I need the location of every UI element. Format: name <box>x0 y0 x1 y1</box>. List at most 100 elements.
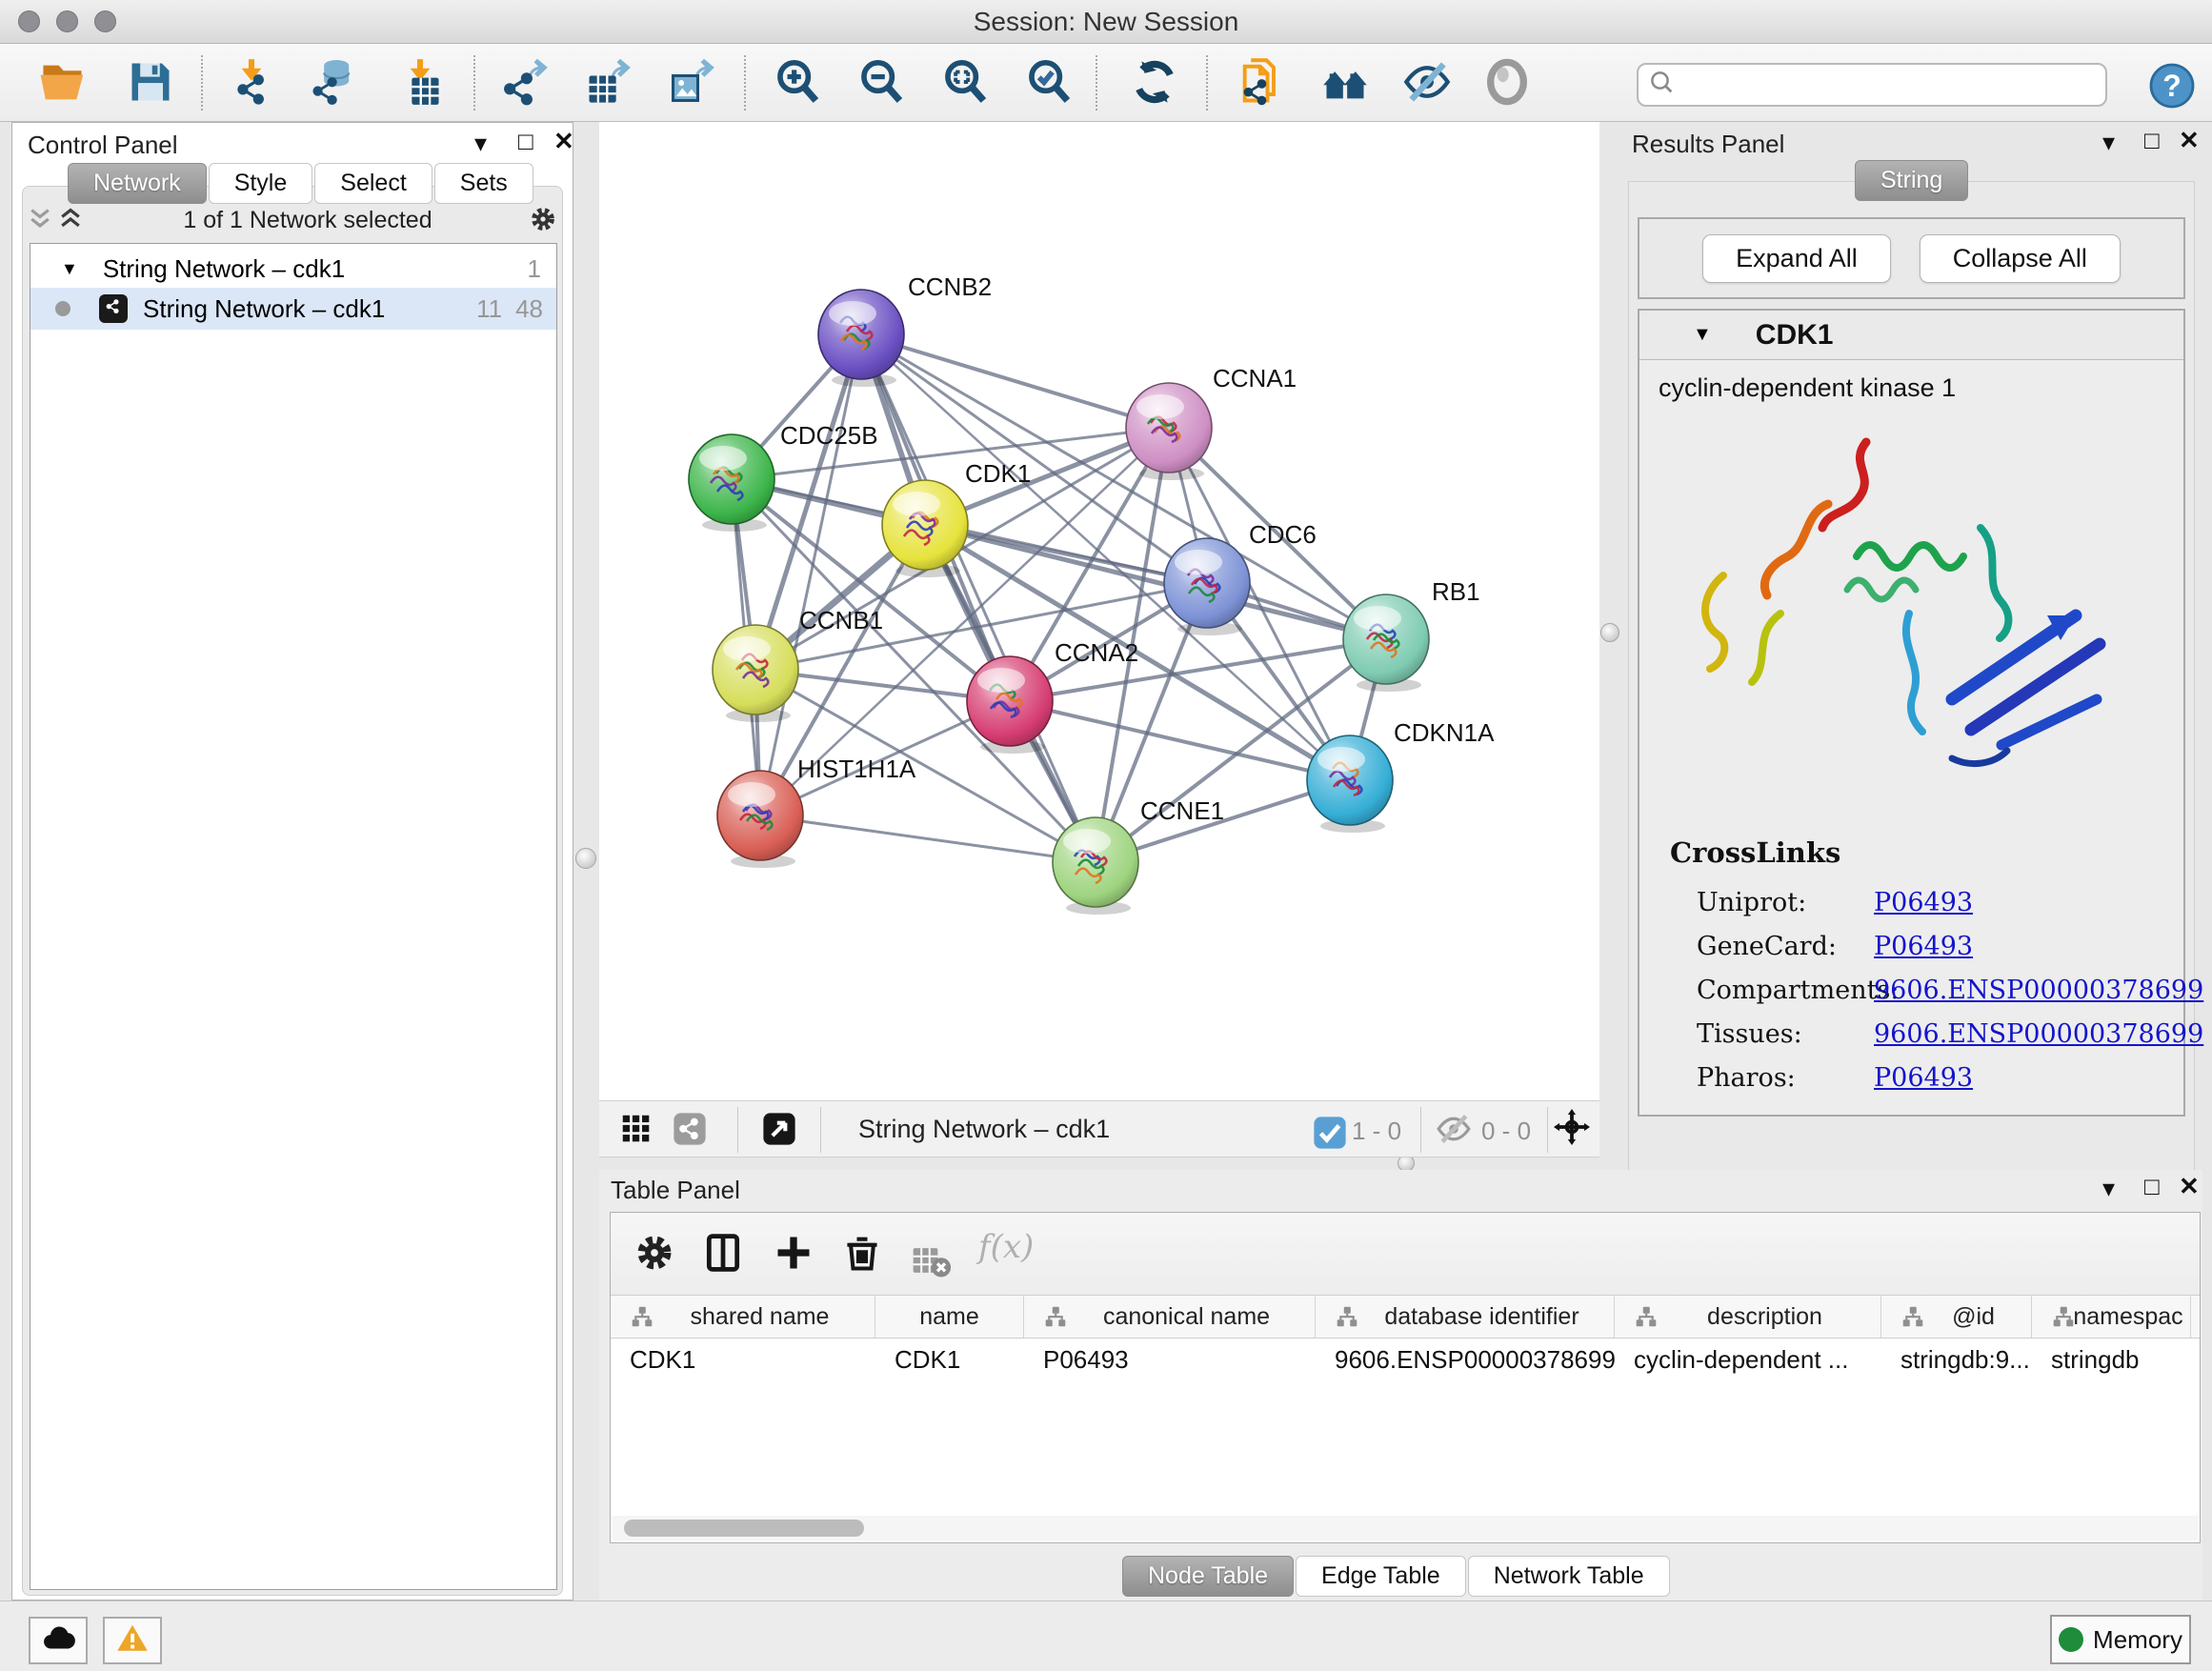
collapse-all-button[interactable]: Collapse All <box>1920 234 2121 283</box>
crosslink-link[interactable]: P06493 <box>1874 888 1973 917</box>
cloud-status-button[interactable] <box>29 1617 88 1664</box>
tab-select[interactable]: Select <box>314 163 432 204</box>
table-cell[interactable]: CDK1 <box>611 1345 875 1375</box>
delete-table-icon[interactable] <box>910 1239 954 1283</box>
import-network-icon[interactable] <box>227 57 280 111</box>
table-row[interactable]: CDK1CDK1P064939606.ENSP00000378699cyclin… <box>611 1339 2200 1380</box>
left-splitter[interactable] <box>573 122 598 1601</box>
network-overview-icon[interactable] <box>672 1111 708 1152</box>
gene-section-header[interactable]: ▼ CDK1 <box>1639 311 2183 360</box>
export-network-icon[interactable] <box>500 57 553 111</box>
table-cell[interactable]: stringdb <box>2032 1345 2191 1375</box>
hidden-elements-icon[interactable] <box>1436 1111 1472 1152</box>
refresh-icon[interactable] <box>1130 57 1183 111</box>
tab-edge-table[interactable]: Edge Table <box>1296 1556 1466 1597</box>
network-node-ccna1[interactable]: CCNA1 <box>1126 364 1297 480</box>
column-header-database-identifier[interactable]: database identifier <box>1316 1296 1615 1338</box>
memory-button[interactable]: Memory <box>2050 1615 2191 1664</box>
network-edge[interactable] <box>861 334 1169 428</box>
network-node-cdc25b[interactable]: CDC25B <box>689 421 878 532</box>
warnings-button[interactable] <box>103 1617 162 1664</box>
right-splitter-knob[interactable] <box>1600 623 1619 642</box>
function-builder-icon[interactable]: f(x) <box>978 1228 1034 1272</box>
column-header-namespac[interactable]: namespac <box>2032 1296 2191 1338</box>
network-edge[interactable] <box>925 525 1386 639</box>
gene-expander-icon[interactable]: ▼ <box>1693 324 1712 346</box>
zoom-fit-icon[interactable] <box>941 57 995 111</box>
crosslink-link[interactable]: P06493 <box>1874 932 1973 961</box>
table-cell[interactable]: CDK1 <box>875 1345 1024 1375</box>
table-cell[interactable]: cyclin-dependent ... <box>1615 1345 1881 1375</box>
save-session-icon[interactable] <box>126 57 179 111</box>
left-splitter-knob[interactable] <box>575 848 596 869</box>
tab-node-table[interactable]: Node Table <box>1122 1556 1294 1597</box>
network-collection-row[interactable]: ▼ String Network – cdk1 1 <box>30 250 556 288</box>
table-options-gear-icon[interactable] <box>633 1232 677 1276</box>
import-database-icon[interactable] <box>310 57 363 111</box>
network-node-cdkn1a[interactable]: CDKN1A <box>1307 718 1495 833</box>
network-options-gear-icon[interactable] <box>529 205 559 235</box>
table-cell[interactable]: 9606.ENSP00000378699 <box>1316 1345 1615 1375</box>
fit-content-crosshair-icon[interactable] <box>1554 1109 1590 1150</box>
crosslink-link[interactable]: P06493 <box>1874 1063 1973 1093</box>
expand-all-button[interactable]: Expand All <box>1702 234 1891 283</box>
delete-column-icon[interactable] <box>841 1232 885 1276</box>
float-panel-icon[interactable]: ▾ <box>474 131 487 155</box>
tab-sets[interactable]: Sets <box>434 163 533 204</box>
tab-network[interactable]: Network <box>68 163 207 204</box>
maximize-panel-icon[interactable]: □ <box>518 129 533 153</box>
tab-style[interactable]: Style <box>209 163 313 204</box>
crosslink-link[interactable]: 9606.ENSP00000378699 <box>1874 976 2203 1005</box>
zoom-in-icon[interactable] <box>774 57 827 111</box>
column-header-canonical-name[interactable]: canonical name <box>1024 1296 1316 1338</box>
tab-network-table[interactable]: Network Table <box>1468 1556 1670 1597</box>
add-column-icon[interactable] <box>773 1232 816 1276</box>
column-header-shared-name[interactable]: shared name <box>611 1296 875 1338</box>
close-panel-icon[interactable]: ✕ <box>553 129 574 153</box>
open-session-icon[interactable] <box>38 57 91 111</box>
network-edge[interactable] <box>760 815 1096 862</box>
column-header-description[interactable]: description <box>1615 1296 1881 1338</box>
table-hscrollbar[interactable] <box>613 1516 2198 1540</box>
eye-ball-icon[interactable] <box>1482 57 1536 111</box>
export-table-icon[interactable] <box>583 57 636 111</box>
network-node-ccne1[interactable]: CCNE1 <box>1053 796 1224 915</box>
table-cell[interactable]: stringdb:9... <box>1881 1345 2032 1375</box>
birds-eye-view-icon[interactable] <box>761 1111 797 1152</box>
search-box[interactable] <box>1637 63 2107 107</box>
collapse-all-icon[interactable] <box>26 205 56 235</box>
double-house-icon[interactable] <box>1320 57 1374 111</box>
close-results-icon[interactable]: ✕ <box>2179 128 2200 152</box>
network-node-cdk1[interactable]: CDK1 <box>882 459 1031 577</box>
maximize-results-icon[interactable]: □ <box>2144 128 2160 152</box>
network-node-ccnb2[interactable]: CCNB2 <box>818 272 992 387</box>
table-hscrollbar-thumb[interactable] <box>624 1520 864 1537</box>
table-cell[interactable]: P06493 <box>1024 1345 1316 1375</box>
maximize-table-icon[interactable]: □ <box>2144 1174 2160 1198</box>
column-header-@id[interactable]: @id <box>1881 1296 2032 1338</box>
grid-view-icon[interactable] <box>618 1111 654 1152</box>
help-button[interactable]: ? <box>2149 63 2195 109</box>
crosslink-link[interactable]: 9606.ENSP00000378699 <box>1874 1019 2203 1049</box>
import-table-icon[interactable] <box>395 57 449 111</box>
float-results-icon[interactable]: ▾ <box>2102 130 2115 154</box>
tab-string[interactable]: String <box>1855 160 1968 201</box>
close-table-icon[interactable]: ✕ <box>2179 1174 2200 1198</box>
paste-network-icon[interactable] <box>1237 57 1290 111</box>
collection-expander-icon[interactable]: ▼ <box>61 259 78 279</box>
network-row[interactable]: String Network – cdk1 11 48 <box>30 288 556 330</box>
network-canvas[interactable]: CCNB2CCNA1CDC25BCDK1CDC6RB1CCNB1CCNA2CDK… <box>599 122 1599 1100</box>
show-columns-icon[interactable] <box>702 1232 746 1276</box>
zoom-out-icon[interactable] <box>857 57 911 111</box>
expand-all-icon[interactable] <box>56 205 87 235</box>
export-image-icon[interactable] <box>667 57 720 111</box>
zoom-selected-icon[interactable] <box>1025 57 1078 111</box>
eye-slash-icon[interactable] <box>1402 57 1456 111</box>
network-node-hist1h1a[interactable]: HIST1H1A <box>717 755 916 868</box>
network-node-rb1[interactable]: RB1 <box>1343 577 1480 692</box>
selected-nodes-checkbox-icon[interactable] <box>1312 1115 1340 1156</box>
search-input[interactable] <box>1677 66 2105 104</box>
network-edge[interactable] <box>760 334 861 815</box>
column-header-name[interactable]: name <box>875 1296 1024 1338</box>
network-graph[interactable]: CCNB2CCNA1CDC25BCDK1CDC6RB1CCNB1CCNA2CDK… <box>599 122 1599 1100</box>
